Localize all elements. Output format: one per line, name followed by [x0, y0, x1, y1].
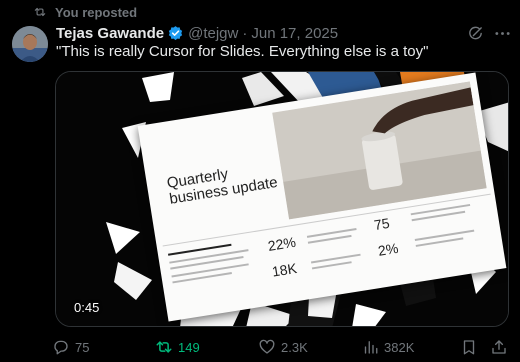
- views-icon: [364, 341, 378, 354]
- repost-indicator[interactable]: You reposted: [33, 4, 137, 20]
- post-header: Tejas Gawande @tejgw · Jun 17, 2025: [56, 24, 338, 42]
- slide-stat: 22%: [266, 233, 297, 254]
- more-icon[interactable]: [494, 25, 511, 42]
- repost-icon: [156, 341, 172, 353]
- post-actions: 75 149 2.3K 382K: [0, 336, 520, 358]
- like-button[interactable]: 2.3K: [258, 336, 308, 358]
- repost-button[interactable]: 149: [155, 336, 200, 358]
- reply-count: 75: [75, 339, 90, 355]
- bookmark-icon: [463, 340, 475, 355]
- like-count: 2.3K: [281, 339, 308, 355]
- verified-badge-icon: [168, 25, 183, 40]
- views-button[interactable]: 382K: [361, 336, 414, 358]
- slide-title: Quarterly business update: [165, 165, 279, 208]
- share-button[interactable]: [490, 336, 508, 358]
- slide-stat: 18K: [270, 259, 298, 280]
- reply-button[interactable]: 75: [52, 336, 89, 358]
- repost-label: You reposted: [55, 4, 138, 20]
- share-icon: [492, 340, 506, 354]
- slide-stat: 75: [372, 214, 391, 234]
- reply-icon: [54, 340, 68, 355]
- video-duration: 0:45: [74, 300, 100, 315]
- author-handle[interactable]: @tejgw: [188, 25, 238, 42]
- heart-icon: [259, 339, 275, 354]
- post-text: "This is really Cursor for Slides. Every…: [56, 43, 429, 60]
- slide-stat: 2%: [376, 239, 400, 259]
- repost-count: 149: [178, 339, 200, 355]
- avatar[interactable]: [12, 26, 48, 62]
- bookmark-button[interactable]: [460, 336, 478, 358]
- video-player[interactable]: Quarterly business update 22% 18K 75 2%: [55, 71, 509, 327]
- grok-icon[interactable]: [467, 25, 484, 42]
- header-separator: ·: [242, 24, 248, 42]
- author-name[interactable]: Tejas Gawande: [56, 25, 164, 42]
- views-count: 382K: [384, 339, 415, 355]
- repost-icon: [34, 7, 46, 17]
- post-date[interactable]: Jun 17, 2025: [251, 25, 338, 42]
